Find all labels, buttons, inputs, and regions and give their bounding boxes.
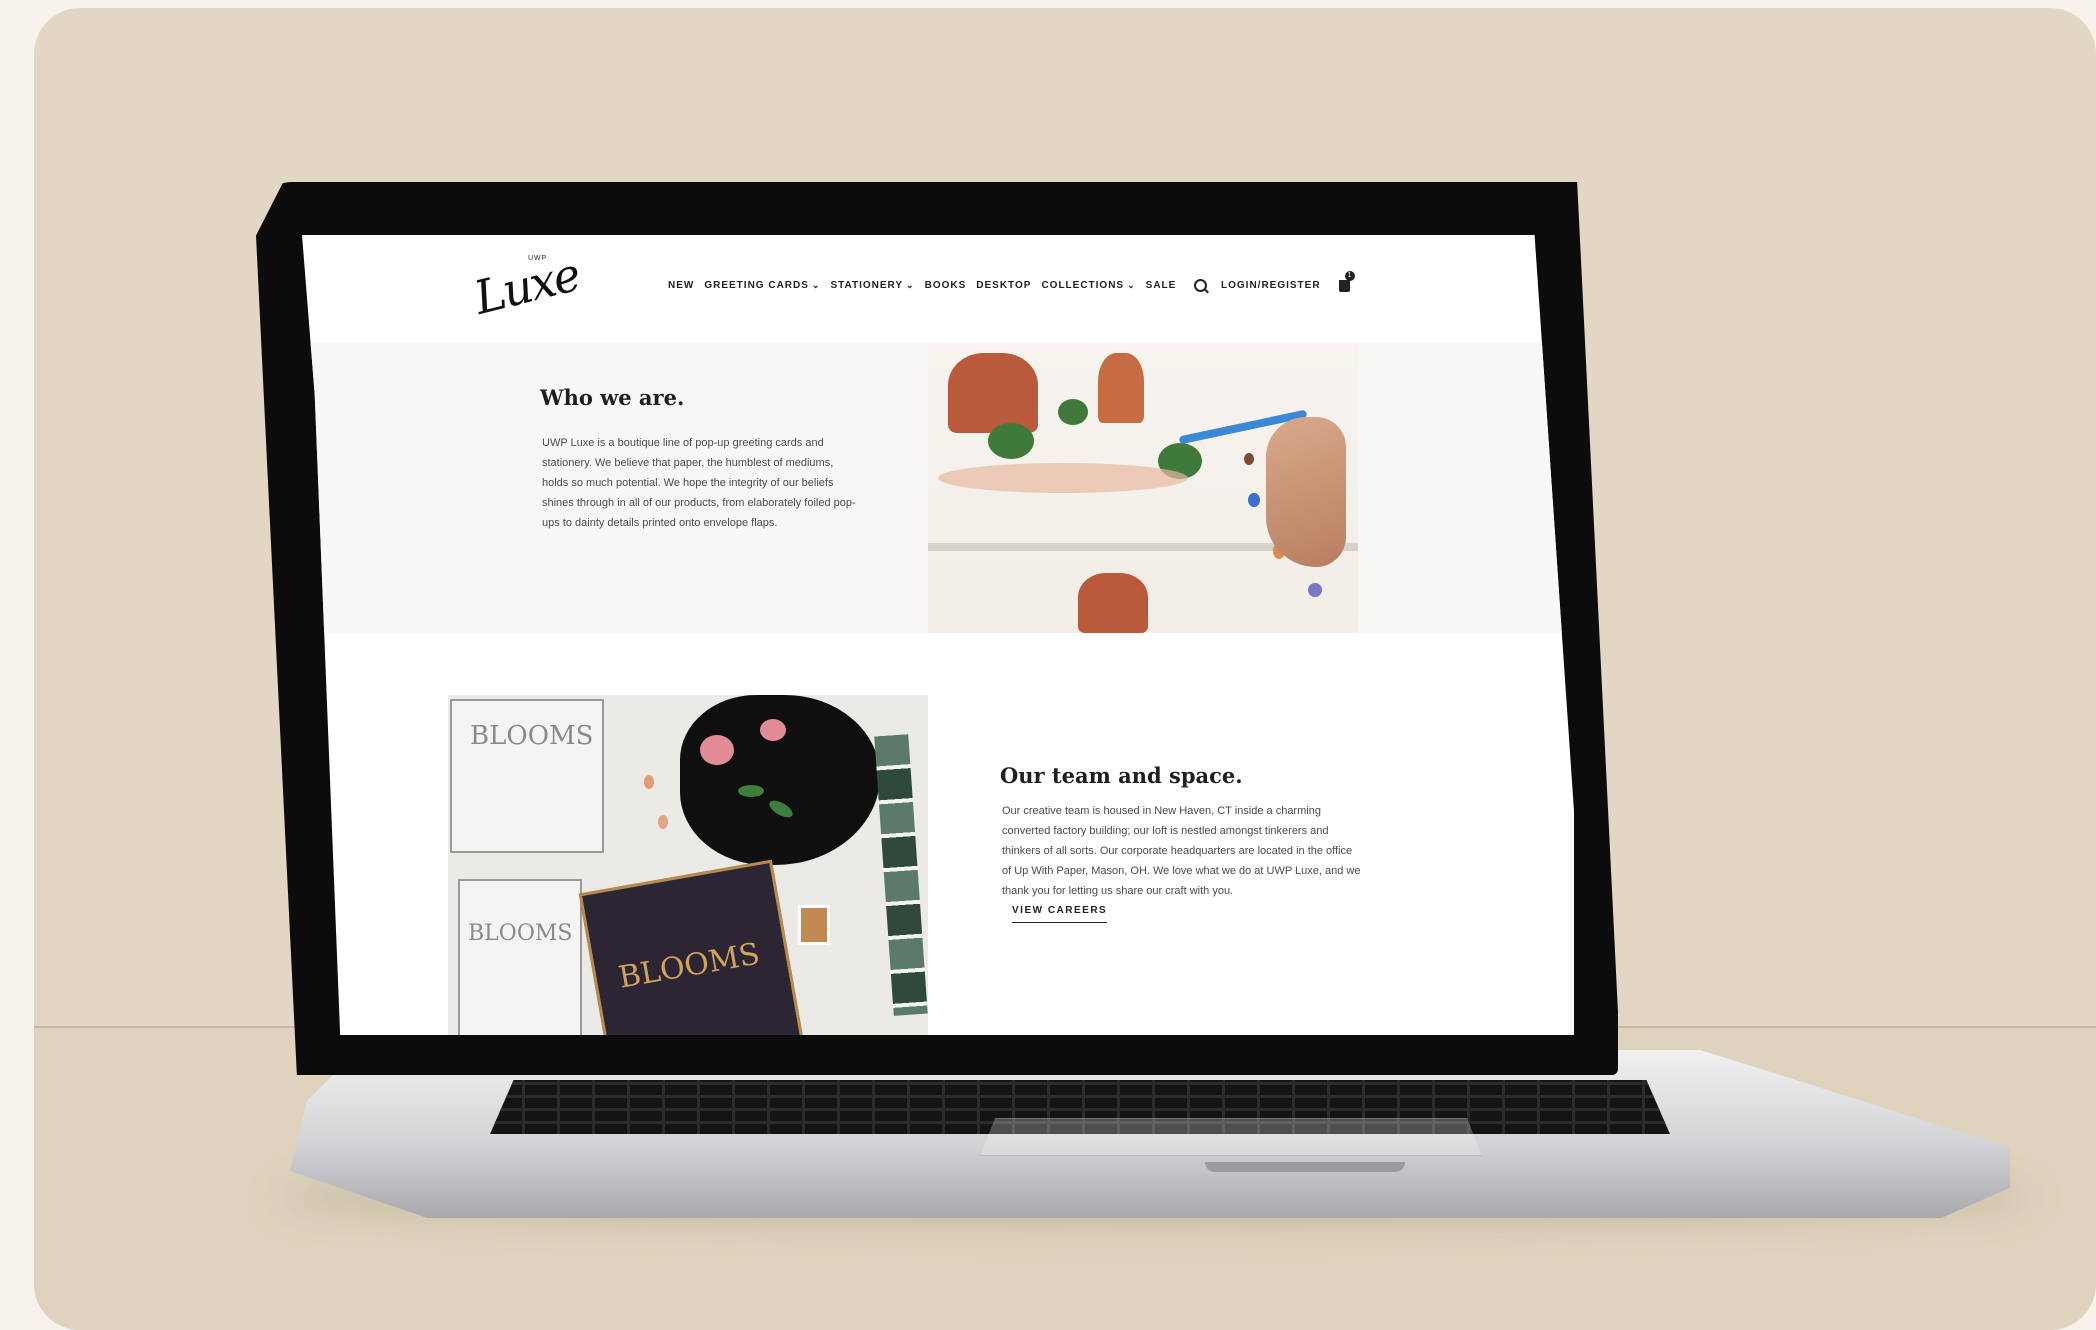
paint-dot <box>658 815 668 829</box>
bush-shape <box>988 423 1034 459</box>
chevron-down-icon: ⌄ <box>811 280 821 290</box>
sketch-text: BLOOMS <box>470 721 594 751</box>
leaf-shape <box>738 785 764 797</box>
cart-icon[interactable]: 1 <box>1338 270 1355 292</box>
nav-books[interactable]: BOOKS <box>925 280 967 291</box>
rock-lower-shape <box>1078 573 1148 633</box>
laptop-notch <box>1205 1162 1405 1172</box>
desert-ground-shape <box>938 463 1188 493</box>
chevron-down-icon: ⌄ <box>1127 280 1136 290</box>
laptop-trackpad <box>980 1118 1482 1156</box>
rose-shape <box>760 719 786 741</box>
nav-new[interactable]: NEW <box>668 280 694 291</box>
view-careers-link[interactable]: VIEW CAREERS <box>1012 905 1108 923</box>
paint-dot <box>1244 453 1254 465</box>
team-body: Our creative team is housed in New Haven… <box>1002 805 1361 897</box>
sketch-card: BLOOMS <box>458 879 582 1035</box>
laptop-screen: UWP Luxe NEW GREETING CARDS ⌄ STATIONERY ⌄… <box>302 235 1574 1035</box>
blooms-artwork-image: BLOOMS BLOOMS BLOOMS <box>448 695 928 1035</box>
chevron-down-icon: ⌄ <box>906 280 915 290</box>
bush-shape <box>1058 399 1088 425</box>
site-logo[interactable]: UWP Luxe <box>469 247 584 325</box>
paint-dot <box>1248 493 1260 507</box>
nav-collections[interactable]: COLLECTIONS ⌄ <box>1041 280 1135 291</box>
sketch-card: BLOOMS <box>450 699 604 853</box>
who-we-are-body: UWP Luxe is a boutique line of pop-up gr… <box>542 437 856 529</box>
login-register-link[interactable]: LOGIN/REGISTER <box>1221 280 1321 291</box>
nav-greeting-cards[interactable]: GREETING CARDS ⌄ <box>704 280 820 291</box>
nav-desktop[interactable]: DESKTOP <box>976 280 1031 291</box>
card-text: BLOOMS <box>616 936 763 996</box>
color-chip <box>798 905 830 945</box>
main-nav: NEW GREETING CARDS ⌄ STATIONERY ⌄ BOOKS DE… <box>668 280 1176 291</box>
team-title: Our team and space. <box>1000 763 1243 788</box>
sketch-text: BLOOMS <box>468 921 573 946</box>
rose-shape <box>700 735 734 765</box>
who-we-are-title: Who we are. <box>540 385 685 410</box>
nav-stationery[interactable]: STATIONERY ⌄ <box>830 280 914 291</box>
hand-shape <box>1266 417 1346 567</box>
nav-sale[interactable]: SALE <box>1146 280 1177 291</box>
paint-dot <box>644 775 654 789</box>
rock-spire-shape <box>1098 353 1144 423</box>
rock-arch-shape <box>948 353 1038 433</box>
blooms-card: BLOOMS <box>578 859 810 1035</box>
color-swatch-strip <box>874 734 928 1016</box>
painting-hand-image <box>928 343 1358 633</box>
logo-script-text: Luxe <box>469 247 585 325</box>
cart-count-badge: 1 <box>1344 270 1355 281</box>
utility-nav: LOGIN/REGISTER 1 <box>1194 270 1355 292</box>
search-icon[interactable] <box>1194 279 1207 292</box>
paint-dot <box>1308 583 1322 597</box>
